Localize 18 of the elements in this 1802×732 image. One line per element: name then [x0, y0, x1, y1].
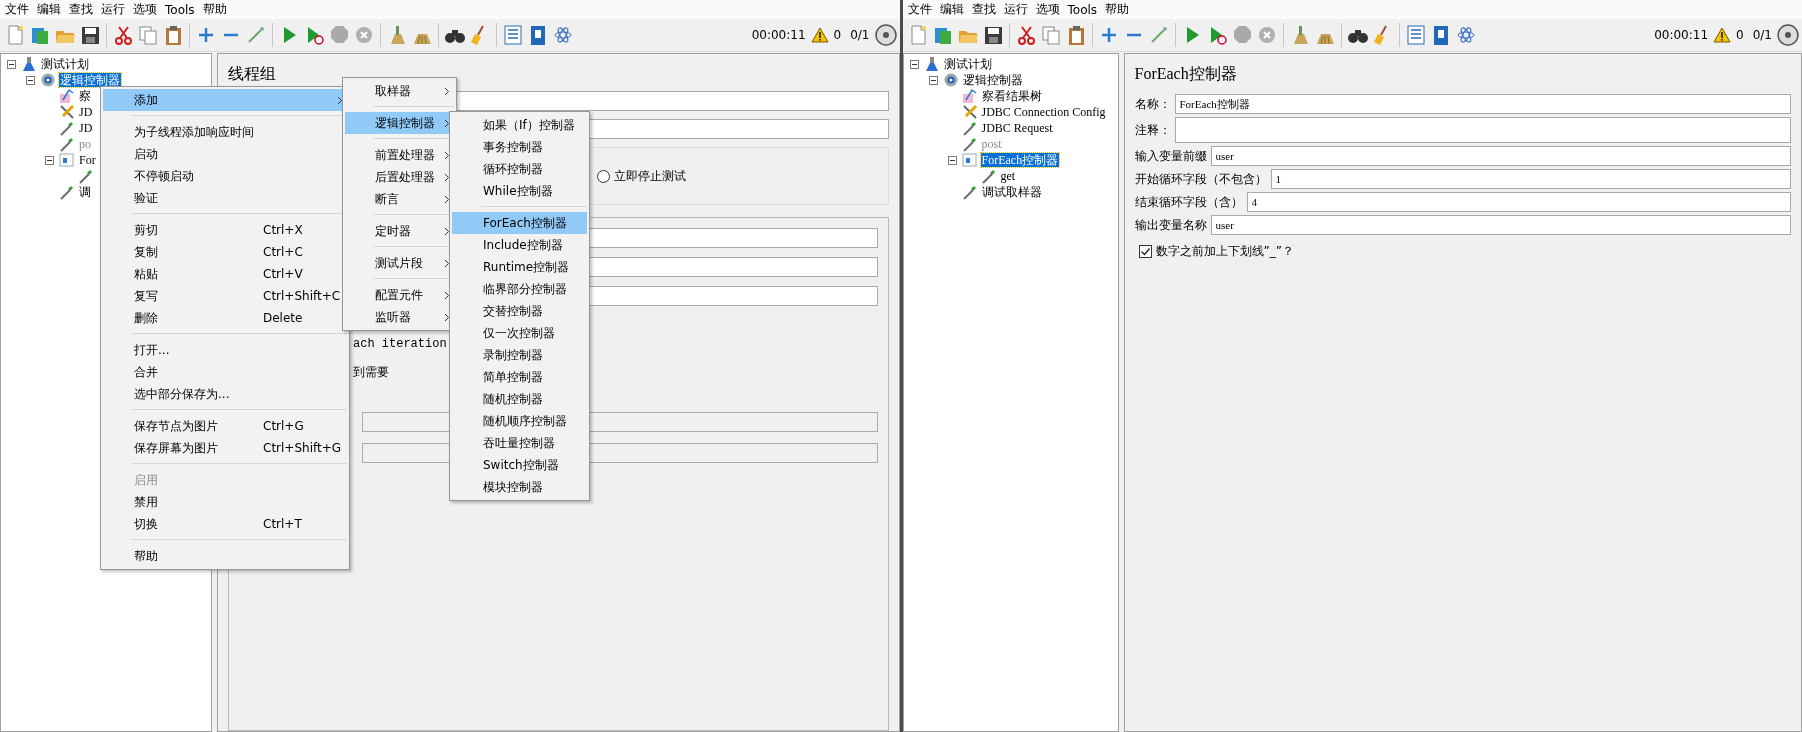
option-text: ach iteration	[353, 337, 447, 351]
elapsed-time: 00:00:11	[1654, 28, 1709, 42]
thread-count: 0/1	[1752, 28, 1772, 42]
field-label: 结束循环字段（含）	[1134, 193, 1243, 211]
option-text: 到需要	[353, 364, 389, 381]
radio-label: 立即停止测试	[614, 167, 686, 185]
elapsed-time: 00:00:11	[751, 28, 806, 42]
panel-title: ForEach控制器	[1134, 64, 1238, 84]
field-label: 名称：	[1134, 95, 1171, 113]
error-count: 0	[1736, 28, 1744, 42]
field-label: 注释：	[1134, 121, 1171, 139]
field-label: 输出变量名称	[1134, 216, 1207, 234]
field-label: 开始循环字段（不包含）	[1134, 170, 1267, 188]
field-label: 输入变量前缀	[1134, 147, 1207, 165]
checkbox-label: 数字之前加上下划线”_”？	[1155, 243, 1294, 260]
panel-title: 线程组	[228, 64, 277, 84]
thread-count: 0/1	[850, 28, 870, 42]
error-count: 0	[833, 28, 842, 42]
